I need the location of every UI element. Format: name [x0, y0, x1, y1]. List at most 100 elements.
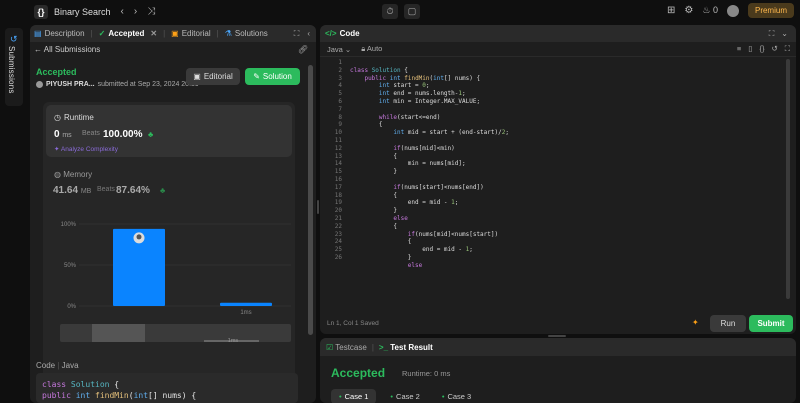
vertical-resize-handle[interactable] — [317, 200, 319, 214]
line-number: 1 — [338, 59, 342, 66]
shuffle-icon[interactable]: ⤨ — [147, 6, 155, 17]
fire-icon: ♨ — [702, 5, 711, 15]
sparkle-icon[interactable]: ✦ — [692, 318, 699, 327]
cursor-status: Ln 1, Col 1 Saved — [327, 320, 379, 327]
submitter-info: PIYUSH PRA... submitted at Sep 23, 2024 … — [36, 81, 199, 88]
premium-button[interactable]: Premium — [747, 3, 794, 18]
submissions-rail-tab[interactable]: ↺ Submissions — [5, 28, 23, 106]
code-area[interactable]: 1 2 3 4 5 6 7 8 9 10 11 12 13 14 15 16 17 18 19 20 21 22 23 24 2… — [320, 59, 796, 315]
code-preview: class Solution { public int findMin(int[… — [36, 373, 298, 403]
close-tab-icon[interactable]: ✕ — [150, 29, 157, 38]
editor-scrollbar[interactable] — [786, 59, 790, 299]
tab-test-result[interactable]: >_ Test Result — [379, 343, 433, 352]
horizontal-resize-handle[interactable] — [548, 335, 566, 337]
line-number: 6 — [338, 97, 342, 105]
tab-description-label: Description — [44, 29, 85, 38]
line-number: 13 — [334, 152, 342, 160]
fullscreen-icon[interactable]: ⛶ — [785, 44, 790, 54]
y-tick-label: 50% — [64, 263, 77, 269]
autocomplete-toggle[interactable]: 🔒︎ Auto — [361, 44, 382, 54]
history-icon: ↺ — [10, 34, 18, 44]
check-icon: ✓ — [98, 29, 106, 38]
line-number: 4 — [338, 82, 342, 90]
prev-problem-icon[interactable]: ‹ — [121, 6, 124, 17]
tab-test-result-label: Test Result — [390, 342, 433, 352]
all-submissions-label: All Submissions — [43, 45, 101, 54]
tab-editorial[interactable]: ▣ Editorial — [171, 29, 210, 38]
collapse-icon[interactable]: ‹ — [307, 29, 310, 39]
tab-description[interactable]: ▤ Description — [34, 29, 85, 38]
bookmark-icon[interactable]: ▯ — [748, 44, 752, 54]
saved-status: Saved — [360, 320, 379, 327]
submission-panel: ▤ Description | ✓ Accepted ✕ | ▣ Editorial |… — [30, 25, 316, 403]
y-tick-label: 0% — [67, 304, 76, 310]
solution-button[interactable]: ✎ Solution — [245, 68, 300, 85]
line-number: 9 — [338, 121, 342, 129]
line-number: 24 — [334, 238, 342, 246]
case-tab[interactable]: • Case 3 — [434, 389, 479, 403]
line-number: 7 — [338, 105, 342, 113]
case-label: Case 2 — [396, 392, 420, 401]
submitter-avatar[interactable] — [36, 81, 43, 88]
code-preview-line-1: class Solution { — [42, 380, 120, 389]
submitted-time: submitted at Sep 23, 2024 20:39 — [97, 81, 199, 88]
runtime-distribution-chart[interactable]: 100% 50% 0% 1ms 1ms — [43, 102, 295, 372]
problem-title[interactable]: Binary Search — [54, 7, 111, 17]
code-lang: Java — [61, 361, 79, 370]
left-panel-scrollbar[interactable] — [308, 65, 313, 335]
code-icon: </> — [325, 29, 337, 38]
navigator-window — [92, 324, 145, 342]
stats-card: ◷ Runtime 0 ms Beats 100.00% ♣ ✦ Analyze … — [43, 102, 295, 403]
flask-icon: ⚗ — [224, 29, 232, 38]
braces-icon[interactable]: {} — [759, 44, 764, 54]
run-button[interactable]: Run — [710, 315, 746, 332]
notes-icon[interactable]: ▢ — [404, 4, 420, 19]
code-preview-line-2: public int findMin(int[] nums) { — [42, 391, 197, 400]
document-icon: ▤ — [34, 29, 42, 38]
top-bar: {} Binary Search ‹ › ⤨ ⏱ ▢ ⊞ ⚙ ♨ 0 Premi… — [0, 0, 800, 23]
gear-icon[interactable]: ⚙ — [684, 5, 693, 16]
language-label: Java — [327, 44, 343, 54]
line-number: 21 — [334, 214, 342, 222]
chart-bar — [220, 302, 272, 306]
tab-accepted-label: Accepted — [108, 29, 145, 38]
book-icon: ▣ — [193, 72, 201, 81]
language-select[interactable]: Java ⌄ — [327, 45, 351, 54]
line-number: 3 — [338, 74, 342, 82]
chevron-down-icon[interactable]: ⌄ — [781, 29, 788, 39]
submit-button[interactable]: Submit — [749, 315, 793, 332]
tab-testcase[interactable]: ☑ Testcase — [326, 343, 367, 352]
timer-icon[interactable]: ⏱ — [382, 4, 398, 19]
share-link-icon[interactable]: 🔗︎ — [298, 45, 308, 54]
solution-button-label: Solution — [262, 72, 292, 81]
left-tab-bar: ▤ Description | ✓ Accepted ✕ | ▣ Editorial |… — [30, 25, 316, 42]
case-tab[interactable]: • Case 2 — [382, 389, 427, 403]
line-number: 12 — [334, 144, 342, 152]
maximize-icon[interactable]: ⛶ — [294, 29, 300, 39]
next-problem-icon[interactable]: › — [134, 6, 137, 17]
line-number: 5 — [338, 90, 342, 98]
book-icon: ▣ — [171, 29, 179, 38]
tab-code[interactable]: Code — [340, 29, 360, 38]
format-lines-icon[interactable]: ≡ — [737, 44, 741, 54]
case-tab[interactable]: • Case 1 — [331, 389, 377, 403]
line-number: 22 — [334, 222, 342, 230]
avatar-head — [136, 234, 142, 240]
tab-accepted[interactable]: ✓ Accepted ✕ — [99, 29, 157, 38]
tab-solutions[interactable]: ⚗ Solutions — [225, 29, 268, 38]
editor-toolbar: Java ⌄ 🔒︎ Auto ≡ ▯ {} ↺ ⛶ — [320, 42, 796, 57]
submitter-name[interactable]: PIYUSH PRA... — [46, 81, 95, 88]
maximize-icon[interactable]: ⛶ — [769, 29, 775, 39]
line-number: 19 — [334, 199, 342, 207]
line-number: 18 — [334, 191, 342, 199]
problem-logo-icon[interactable]: {} — [34, 4, 48, 19]
line-number: 11 — [334, 136, 342, 144]
code-text[interactable]: class Solution { public int findMin(int[… — [350, 59, 509, 270]
layout-grid-icon[interactable]: ⊞ — [667, 5, 675, 16]
reset-icon[interactable]: ↺ — [771, 44, 777, 54]
all-submissions-link[interactable]: ← All Submissions — [34, 45, 100, 54]
avatar[interactable] — [726, 4, 739, 17]
editorial-button[interactable]: ▣ Editorial — [186, 68, 240, 85]
line-number: 2 — [338, 66, 342, 74]
streak-counter[interactable]: ♨ 0 — [702, 5, 718, 16]
